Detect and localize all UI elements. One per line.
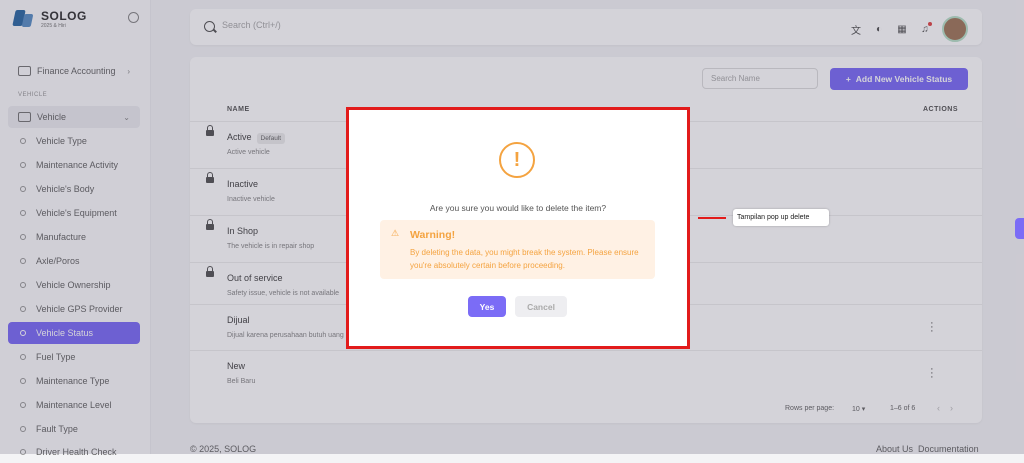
cancel-button[interactable]: Cancel: [515, 296, 567, 317]
annotation-arrow: [698, 217, 726, 219]
annotation-label: Tampilan pop up delete: [733, 209, 829, 226]
warning-body: By deleting the data, you might break th…: [410, 248, 639, 270]
exclamation-icon: !: [499, 142, 535, 178]
warning-title: Warning!: [410, 229, 456, 241]
yes-button[interactable]: Yes: [468, 296, 506, 317]
customizer-tab[interactable]: [1015, 218, 1024, 239]
warning-box: ⚠ Warning! By deleting the data, you mig…: [380, 220, 655, 279]
dialog-question: Are you sure you would like to delete th…: [429, 203, 607, 213]
delete-confirm-dialog: ! Are you sure you would like to delete …: [346, 107, 690, 349]
warning-triangle-icon: ⚠: [391, 228, 400, 238]
